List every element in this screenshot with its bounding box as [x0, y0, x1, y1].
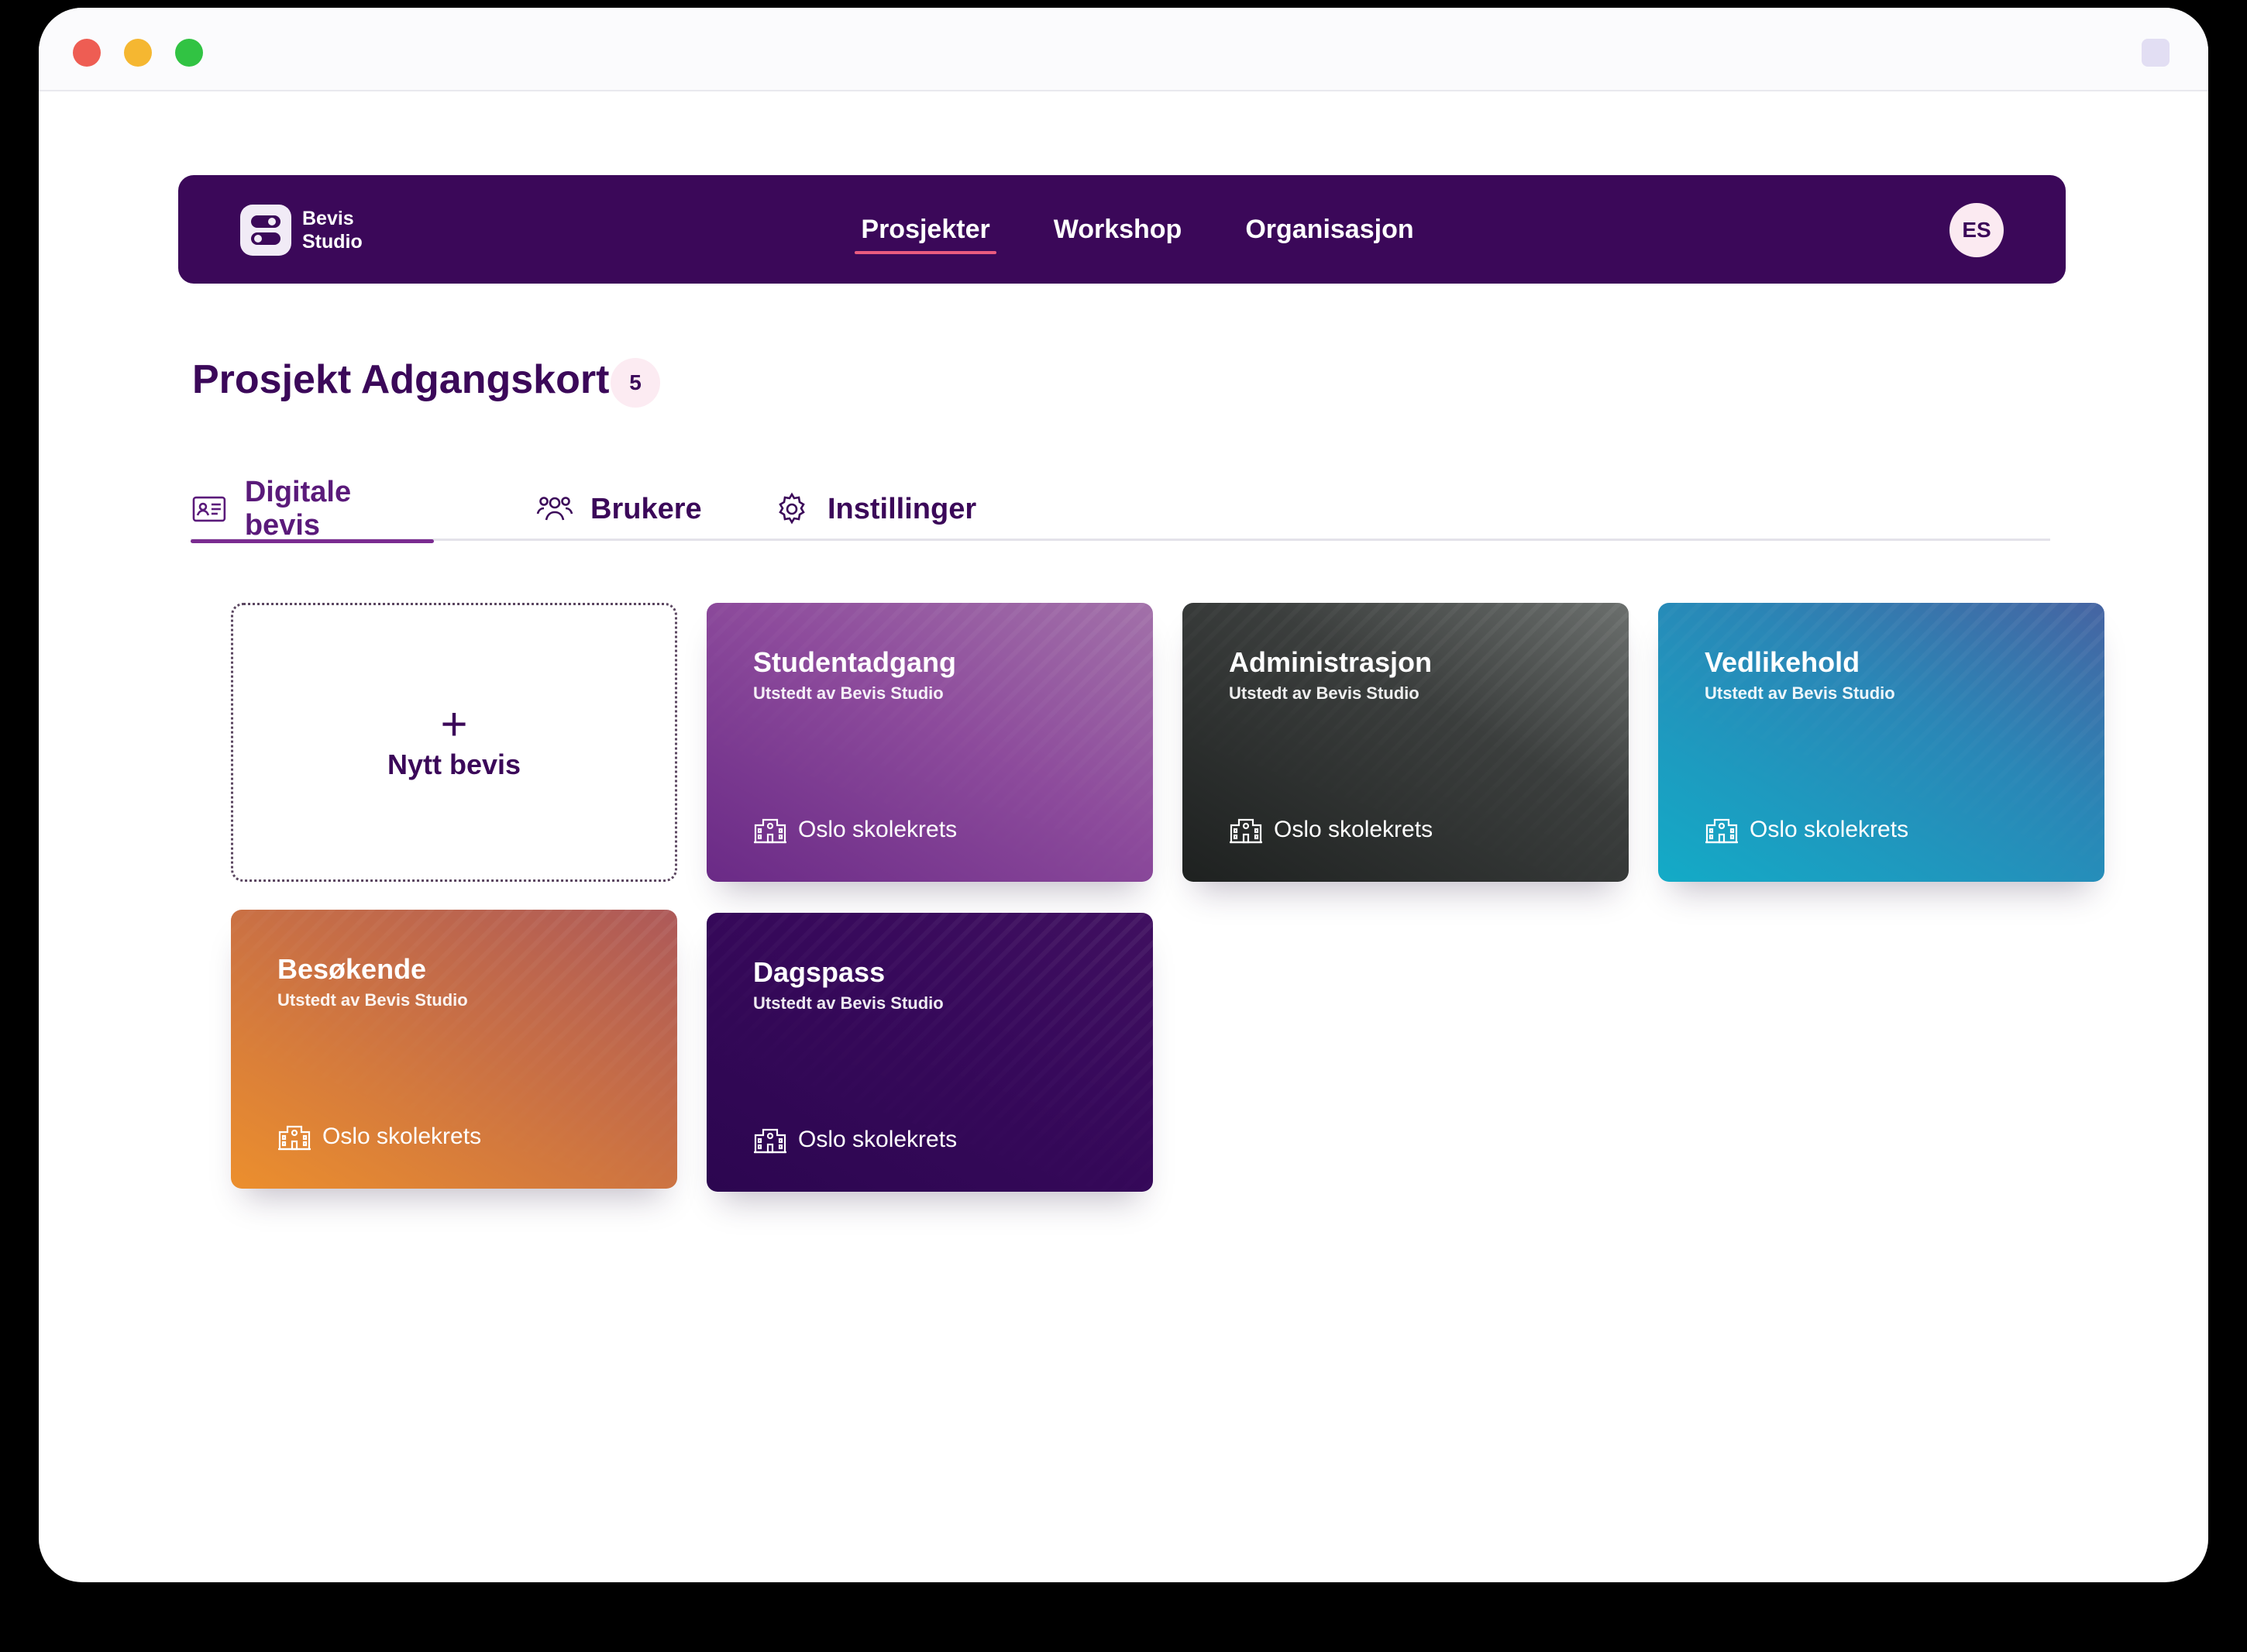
- tab-brukere[interactable]: Brukere: [536, 477, 702, 541]
- tab-bar: Digitale bevis Brukere Instillinger: [191, 476, 2050, 543]
- card-subtitle: Utstedt av Bevis Studio: [1705, 683, 1895, 703]
- credential-card-besokende[interactable]: Besøkende Utstedt av Bevis Studio Oslo s…: [231, 910, 677, 1189]
- card-organization: Oslo skolekrets: [1229, 815, 1433, 845]
- tab-label: Instillinger: [828, 492, 977, 525]
- card-title: Vedlikehold: [1705, 646, 1860, 678]
- organization-name: Oslo skolekrets: [1274, 817, 1433, 842]
- nav-links: Prosjekter Workshop Organisasjon: [178, 175, 2066, 284]
- new-credential-button[interactable]: + Nytt bevis: [231, 603, 677, 882]
- nav-item-organisasjon[interactable]: Organisasjon: [1239, 175, 1419, 284]
- gear-icon: [779, 492, 805, 525]
- credential-card-vedlikehold[interactable]: Vedlikehold Utstedt av Bevis Studio Oslo…: [1658, 603, 2104, 882]
- card-organization: Oslo skolekrets: [277, 1122, 481, 1151]
- page-title: Prosjekt Adgangskort: [192, 357, 610, 402]
- organization-name: Oslo skolekrets: [322, 1124, 482, 1149]
- card-organization: Oslo skolekrets: [753, 1125, 957, 1155]
- window-titlebar: [39, 8, 2208, 91]
- top-navigation: Bevis Studio Prosjekter Workshop Organis…: [178, 175, 2066, 284]
- card-subtitle: Utstedt av Bevis Studio: [277, 990, 468, 1010]
- user-avatar[interactable]: ES: [1949, 203, 2004, 257]
- card-organization: Oslo skolekrets: [1705, 815, 1908, 845]
- building-icon: [754, 1128, 786, 1154]
- tab-digitale-bevis[interactable]: Digitale bevis: [191, 476, 434, 543]
- nav-item-prosjekter[interactable]: Prosjekter: [855, 175, 997, 284]
- card-subtitle: Utstedt av Bevis Studio: [753, 683, 944, 703]
- card-title: Studentadgang: [753, 646, 956, 678]
- close-window-button[interactable]: [73, 39, 101, 67]
- new-credential-label: Nytt bevis: [387, 749, 521, 780]
- app-window: Bevis Studio Prosjekter Workshop Organis…: [39, 8, 2208, 1582]
- organization-name: Oslo skolekrets: [798, 1127, 958, 1152]
- tab-label: Digitale bevis: [244, 476, 352, 542]
- nav-item-workshop[interactable]: Workshop: [1048, 175, 1189, 284]
- project-count-badge: 5: [611, 358, 660, 408]
- plus-icon: +: [440, 698, 468, 750]
- card-organization: Oslo skolekrets: [753, 815, 957, 845]
- maximize-window-button[interactable]: [175, 39, 203, 67]
- card-title: Administrasjon: [1229, 646, 1433, 678]
- building-icon: [278, 1125, 311, 1151]
- organization-name: Oslo skolekrets: [798, 817, 958, 842]
- id-card-icon: [192, 496, 226, 522]
- tab-instillinger[interactable]: Instillinger: [773, 477, 976, 541]
- minimize-window-button[interactable]: [124, 39, 152, 67]
- card-title: Dagspass: [753, 956, 886, 988]
- building-icon: [754, 818, 786, 844]
- tab-label: Brukere: [590, 492, 702, 525]
- building-icon: [1230, 818, 1262, 844]
- window-menu-button[interactable]: [2142, 39, 2170, 67]
- credential-card-dagspass[interactable]: Dagspass Utstedt av Bevis Studio Oslo sk…: [707, 913, 1153, 1192]
- card-subtitle: Utstedt av Bevis Studio: [753, 993, 944, 1013]
- users-icon: [536, 497, 573, 521]
- building-icon: [1705, 818, 1738, 844]
- organization-name: Oslo skolekrets: [1750, 817, 1909, 842]
- credential-card-administrasjon[interactable]: Administrasjon Utstedt av Bevis Studio O…: [1182, 603, 1629, 882]
- card-title: Besøkende: [277, 953, 427, 985]
- credential-card-studentadgang[interactable]: Studentadgang Utstedt av Bevis Studio Os…: [707, 603, 1153, 882]
- card-subtitle: Utstedt av Bevis Studio: [1229, 683, 1419, 703]
